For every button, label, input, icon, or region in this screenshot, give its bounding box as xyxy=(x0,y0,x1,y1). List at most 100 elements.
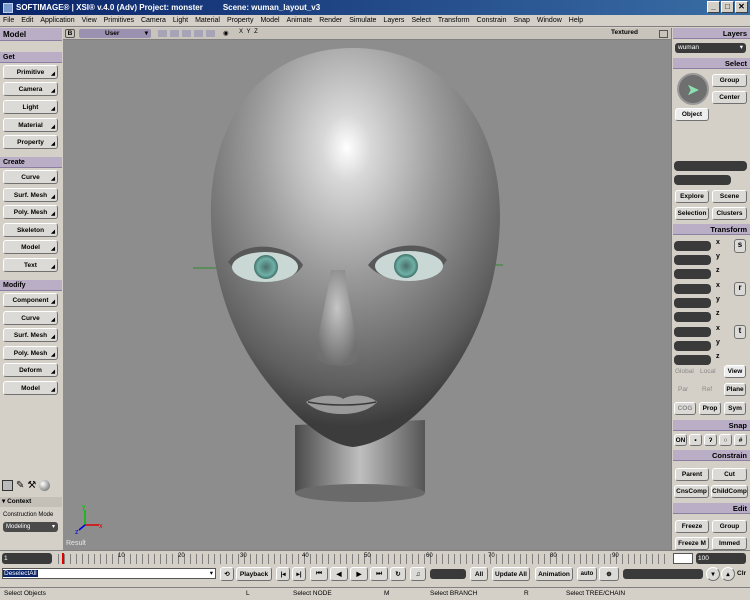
menu-transform[interactable]: Transform xyxy=(438,17,470,24)
last-frame-icon[interactable]: ⏭ xyxy=(370,567,388,581)
menu-select[interactable]: Select xyxy=(411,17,430,24)
modify-component-button[interactable]: Component ◢ xyxy=(3,293,58,307)
menu-constrain[interactable]: Constrain xyxy=(477,17,507,24)
key-up-icon[interactable]: ▴ xyxy=(721,567,735,581)
local-option[interactable]: Local xyxy=(700,368,716,375)
translate-z-field[interactable] xyxy=(674,355,711,365)
tools-icon[interactable]: ⚒ xyxy=(27,480,36,491)
animation-button[interactable]: Animation xyxy=(535,567,573,581)
create-surf-mesh-button[interactable]: Surf. Mesh ◢ xyxy=(3,188,58,202)
key-down-icon[interactable]: ▾ xyxy=(706,567,720,581)
modify-poly-mesh-button[interactable]: Poly. Mesh ◢ xyxy=(3,346,58,360)
command-line[interactable]: DeselectAll ▾ xyxy=(2,568,216,579)
auto-key-button[interactable]: auto xyxy=(577,567,597,581)
snap-point-icon[interactable]: • xyxy=(689,434,702,446)
close-icon[interactable]: ✕ xyxy=(735,1,748,13)
select-group-button[interactable]: Group xyxy=(712,74,747,87)
modify-deform-button[interactable]: Deform ◢ xyxy=(3,363,58,377)
menu-camera[interactable]: Camera xyxy=(141,17,166,24)
get-material-button[interactable]: Material ◢ xyxy=(3,118,58,132)
timeline[interactable]: 1 10 20 30 40 50 60 70 80 90 100 xyxy=(0,550,750,565)
view-menu[interactable]: User ▾ xyxy=(79,29,151,38)
prop-button[interactable]: Prop xyxy=(699,402,721,415)
scale-y-field[interactable] xyxy=(674,255,711,265)
plane-option[interactable]: Plane xyxy=(724,383,746,396)
playback-button[interactable]: Playback xyxy=(236,567,272,581)
create-model-button[interactable]: Model ◢ xyxy=(3,240,58,254)
layers-header[interactable]: Layers xyxy=(673,28,750,39)
key-value-field[interactable] xyxy=(623,569,703,579)
view-option[interactable]: View xyxy=(724,365,746,378)
prev-key-icon[interactable]: |◂ xyxy=(276,567,290,581)
childcomp-button[interactable]: ChildComp xyxy=(711,485,748,498)
scene-button[interactable]: Scene xyxy=(712,190,747,203)
cut-button[interactable]: Cut xyxy=(712,468,747,481)
step-back-icon[interactable]: ◀ xyxy=(330,567,348,581)
update-all-button[interactable]: Update All xyxy=(492,567,530,581)
timeline-range-icon[interactable] xyxy=(673,553,693,564)
get-camera-button[interactable]: Camera ◢ xyxy=(3,82,58,96)
rotate-toggle[interactable]: r xyxy=(734,282,746,296)
toolbar-title[interactable]: Model xyxy=(0,28,62,41)
translate-toggle[interactable]: t xyxy=(734,325,746,339)
clr-button[interactable]: Clr xyxy=(737,570,746,577)
snap-surface-icon[interactable]: ○ xyxy=(719,434,732,446)
camera-letter-button[interactable]: B xyxy=(65,29,75,38)
rotate-y-field[interactable] xyxy=(674,298,711,308)
sphere-icon[interactable] xyxy=(39,480,51,491)
translate-x-field[interactable] xyxy=(674,327,711,337)
menu-property[interactable]: Property xyxy=(227,17,253,24)
clusters-button[interactable]: Clusters xyxy=(712,207,747,220)
modify-curve-button[interactable]: Curve ◢ xyxy=(3,311,58,325)
select-name-field[interactable] xyxy=(674,175,731,185)
global-option[interactable]: Global xyxy=(675,368,694,375)
freeze-m-button[interactable]: Freeze M xyxy=(675,537,709,550)
cnscomp-button[interactable]: CnsComp xyxy=(674,485,709,498)
cog-button[interactable]: COG xyxy=(674,402,696,415)
all-button[interactable]: All xyxy=(470,567,488,581)
parent-button[interactable]: Parent xyxy=(675,468,709,481)
menu-layers[interactable]: Layers xyxy=(383,17,404,24)
menu-application[interactable]: Application xyxy=(40,17,74,24)
layer-select[interactable]: wuman ▾ xyxy=(675,43,746,53)
scale-z-field[interactable] xyxy=(674,269,711,279)
create-poly-mesh-button[interactable]: Poly. Mesh ◢ xyxy=(3,205,58,219)
menu-edit[interactable]: Edit xyxy=(21,17,33,24)
cube-icon[interactable] xyxy=(2,480,13,491)
construction-mode-select[interactable]: Modeling ▾ xyxy=(3,522,58,532)
current-frame-field[interactable] xyxy=(430,569,466,579)
key-search-icon[interactable]: ⊕ xyxy=(599,567,619,581)
menu-model[interactable]: Model xyxy=(260,17,279,24)
group-button[interactable]: Group xyxy=(712,520,747,533)
create-skeleton-button[interactable]: Skeleton ◢ xyxy=(3,223,58,237)
context-header[interactable]: ▾ Context xyxy=(0,497,62,507)
menu-help[interactable]: Help xyxy=(569,17,583,24)
menu-simulate[interactable]: Simulate xyxy=(349,17,376,24)
play-icon[interactable]: ▶ xyxy=(350,567,368,581)
loop-icon[interactable]: ↻ xyxy=(390,567,406,581)
get-primitive-button[interactable]: Primitive ◢ xyxy=(3,65,58,79)
maximize-view-icon[interactable] xyxy=(659,30,668,38)
snap-on-button[interactable]: ON xyxy=(674,434,687,446)
timeline-start-field[interactable]: 1 xyxy=(2,553,52,564)
select-center-button[interactable]: Center xyxy=(712,91,747,104)
scale-x-field[interactable] xyxy=(674,241,711,251)
get-light-button[interactable]: Light ◢ xyxy=(3,100,58,114)
menu-material[interactable]: Material xyxy=(195,17,220,24)
3d-viewport[interactable]: y x z xyxy=(63,40,671,550)
create-curve-button[interactable]: Curve ◢ xyxy=(3,170,58,184)
menu-view[interactable]: View xyxy=(82,17,97,24)
first-frame-icon[interactable]: ⏮ xyxy=(310,567,328,581)
shading-mode[interactable]: Textured xyxy=(611,29,638,36)
select-filter-field[interactable] xyxy=(674,161,747,171)
menu-window[interactable]: Window xyxy=(537,17,562,24)
timeline-playhead[interactable] xyxy=(62,553,64,564)
ref-option[interactable]: Ref xyxy=(702,386,712,393)
sym-button[interactable]: Sym xyxy=(724,402,746,415)
menu-animate[interactable]: Animate xyxy=(287,17,313,24)
audio-icon[interactable]: ♫ xyxy=(410,567,426,581)
immed-button[interactable]: Immed xyxy=(712,537,747,550)
select-arrow-icon[interactable]: ➤ xyxy=(677,73,709,105)
eye-icon[interactable]: ◉ xyxy=(223,29,229,37)
brush-icon[interactable]: ✎ xyxy=(16,480,24,491)
